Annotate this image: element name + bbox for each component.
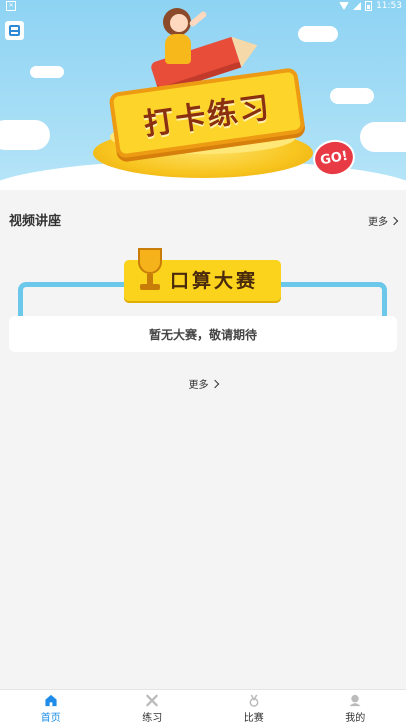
video-more-label: 更多 — [368, 213, 388, 228]
contest-empty-card: 暂无大赛，敬请期待 — [9, 316, 397, 352]
video-section-title: 视频讲座 — [9, 210, 61, 229]
status-time: 11:53 — [376, 1, 402, 11]
video-more-link[interactable]: 更多 — [368, 213, 397, 228]
practice-icon — [145, 694, 159, 707]
chevron-right-icon — [210, 379, 218, 387]
nav-label-home: 首页 — [41, 709, 61, 724]
nav-label-practice: 练习 — [142, 709, 162, 724]
trophy-icon — [134, 248, 166, 296]
nav-item-contest[interactable]: 比赛 — [203, 690, 305, 724]
nav-item-practice[interactable]: 练习 — [102, 690, 204, 724]
nav-item-mine[interactable]: 我的 — [305, 690, 406, 724]
battery-icon — [365, 1, 372, 11]
girl-face — [170, 14, 188, 32]
cloud-decoration — [0, 120, 50, 150]
scan-button[interactable] — [5, 21, 24, 40]
notification-icon: ✕ — [6, 1, 16, 11]
status-indicators: 11:53 — [339, 0, 402, 12]
girl-arm — [188, 10, 207, 27]
cloud-decoration — [330, 88, 374, 104]
home-icon — [44, 694, 58, 707]
medal-icon — [247, 694, 261, 707]
scan-icon — [9, 25, 20, 36]
chevron-right-icon — [390, 216, 398, 224]
nav-item-home[interactable]: 首页 — [0, 690, 102, 724]
girl-body — [165, 34, 191, 64]
contest-title: 口算大赛 — [170, 266, 258, 293]
cloud-decoration — [360, 122, 406, 152]
bottom-nav: 首页 练习 比赛 我的 — [0, 689, 406, 724]
contest-more-link[interactable]: 更多 — [0, 376, 406, 391]
status-bar: ✕ 11:53 — [0, 0, 406, 12]
video-section-header: 视频讲座 更多 — [0, 204, 406, 232]
user-icon — [348, 694, 362, 707]
cloud-decoration — [298, 26, 338, 42]
nav-label-mine: 我的 — [345, 709, 365, 724]
contest-more-label: 更多 — [189, 376, 209, 391]
hero-title: 打卡练习 — [141, 82, 274, 143]
nav-label-contest: 比赛 — [244, 709, 264, 724]
signal-icon — [353, 2, 361, 10]
cloud-decoration — [30, 66, 64, 78]
contest-empty-text: 暂无大赛，敬请期待 — [149, 326, 257, 343]
wifi-icon — [339, 2, 349, 10]
hero-banner[interactable]: 打卡练习 GO! — [0, 0, 406, 190]
